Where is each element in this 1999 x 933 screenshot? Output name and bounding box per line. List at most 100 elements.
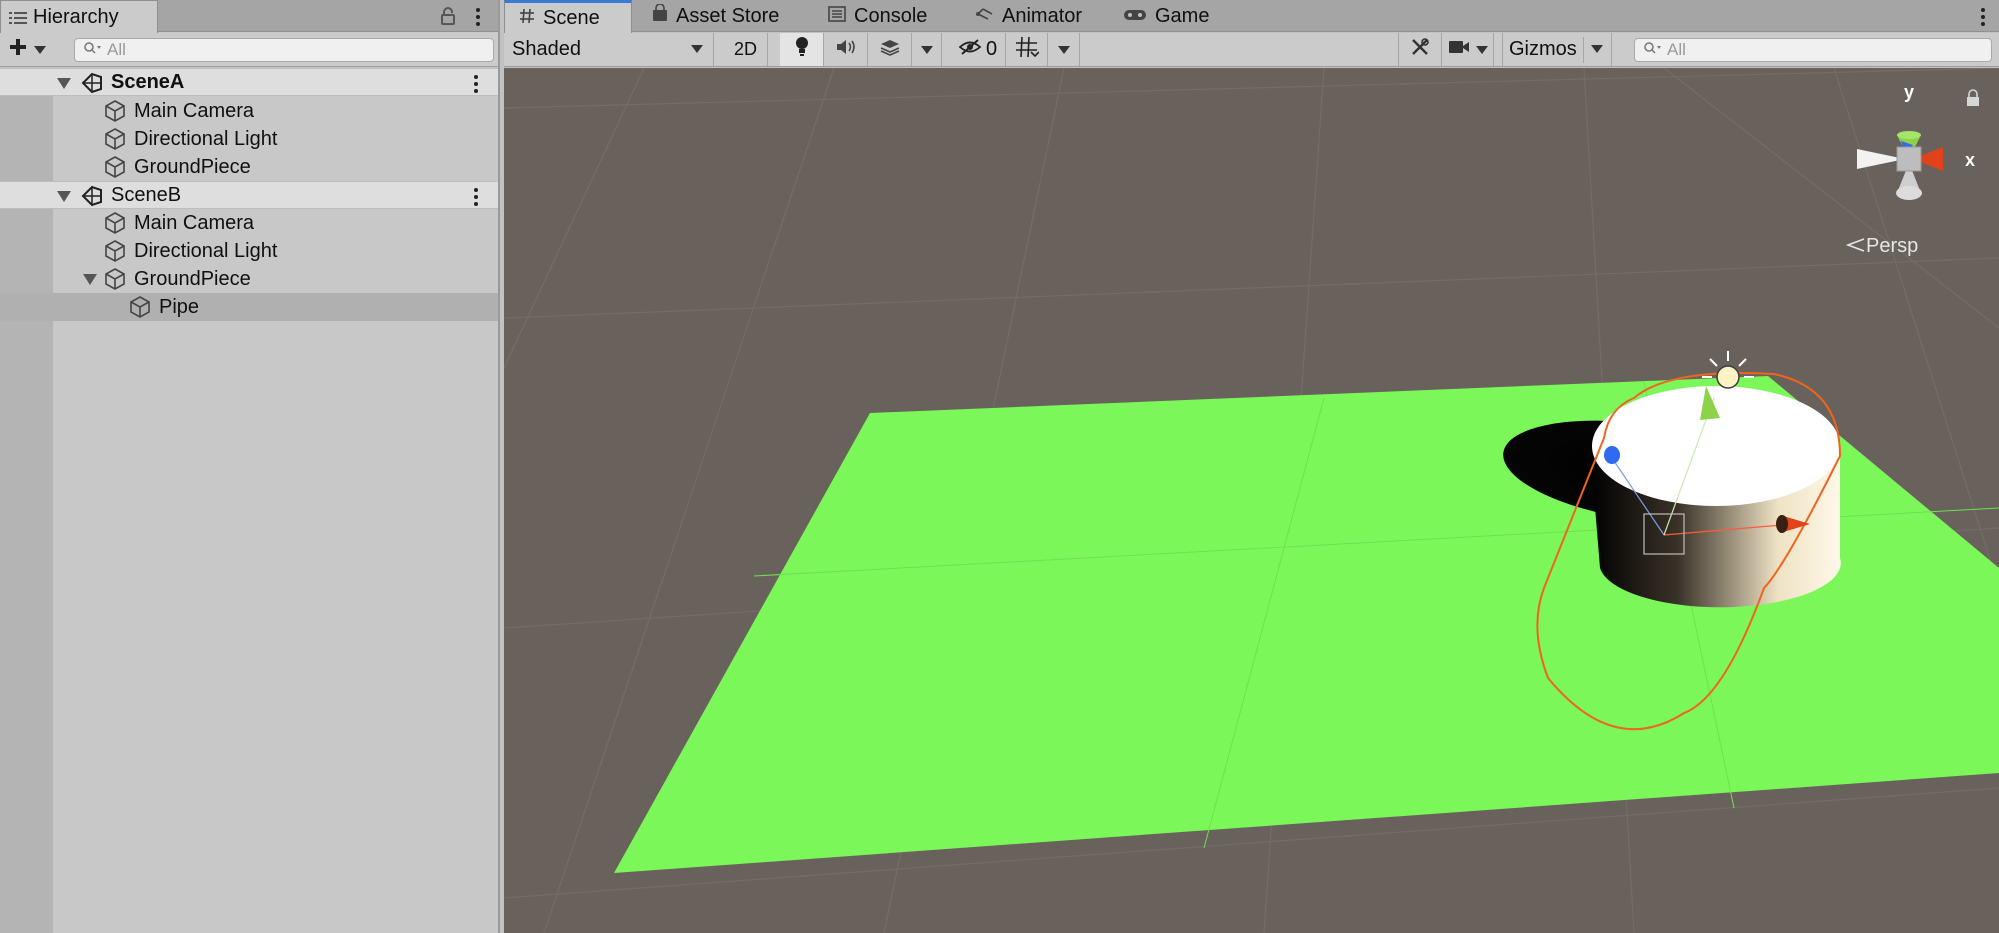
tools-button[interactable]	[1398, 33, 1442, 66]
cube-icon	[103, 211, 127, 235]
grid-icon	[519, 7, 535, 30]
tab-animator-label: Animator	[1002, 4, 1083, 27]
orientation-gizmo[interactable]	[1857, 131, 1943, 200]
foldout-arrow-icon[interactable]	[83, 274, 97, 285]
projection-label[interactable]: Persp	[1866, 235, 1918, 257]
list-item[interactable]: Main Camera	[0, 97, 498, 125]
gizmos-dropdown[interactable]: Gizmos	[1502, 33, 1612, 66]
grid-dropdown[interactable]	[1048, 33, 1080, 66]
gameobject-name: Directional Light	[134, 127, 278, 150]
cube-icon	[103, 267, 127, 291]
tab-scene[interactable]: Scene	[504, 0, 632, 33]
kebab-icon[interactable]	[1981, 8, 1985, 26]
create-button[interactable]	[8, 39, 54, 61]
persp-chevron-icon	[1845, 238, 1865, 252]
tab-console[interactable]: Console	[820, 0, 935, 32]
lighting-toggle[interactable]	[780, 33, 824, 66]
tab-game[interactable]: Game	[1115, 0, 1217, 32]
audio-toggle[interactable]	[824, 33, 868, 66]
cube-icon	[103, 99, 127, 123]
search-icon	[83, 40, 101, 60]
gizmos-caret-divider	[1583, 37, 1584, 63]
cube-icon	[103, 127, 127, 151]
chevron-down-icon	[691, 45, 703, 53]
lock-icon[interactable]	[1967, 89, 1979, 106]
gameobject-name: Main Camera	[134, 211, 255, 234]
kebab-icon[interactable]	[476, 8, 480, 26]
camera-icon	[1448, 38, 1470, 61]
list-item[interactable]: Main Camera	[0, 209, 498, 237]
kebab-icon[interactable]	[474, 188, 478, 206]
chevron-down-icon	[1591, 45, 1603, 53]
hierarchy-panel: Hierarchy All SceneA Main Camera Directi…	[0, 0, 500, 933]
menu-list-icon	[9, 9, 27, 25]
hierarchy-toolbar: All	[0, 33, 498, 67]
tab-console-label: Console	[854, 4, 928, 27]
axis-x-label: x	[1965, 150, 1975, 170]
gameobject-name: GroundPiece	[134, 155, 251, 178]
unity-scene-icon	[80, 72, 104, 100]
scene-view-panel: Scene Asset Store Console Animator Game	[504, 0, 1999, 933]
chevron-down-icon	[1475, 45, 1488, 54]
effects-icon	[879, 38, 901, 62]
hierarchy-tab-label: Hierarchy	[33, 5, 119, 28]
tab-asset-store-label: Asset Store	[676, 4, 780, 27]
list-item-selected[interactable]: Pipe	[0, 293, 498, 321]
gameobject-name: Main Camera	[134, 99, 255, 122]
visibility-icon	[958, 38, 982, 62]
camera-settings-button[interactable]	[1442, 33, 1494, 66]
shading-mode-value: Shaded	[512, 38, 581, 60]
lock-icon[interactable]	[440, 7, 456, 31]
foldout-arrow-icon[interactable]	[57, 191, 71, 202]
cube-icon	[103, 155, 127, 179]
scene-search-input[interactable]: All	[1634, 38, 1992, 62]
scene-canvas: y x Persp	[504, 68, 1999, 933]
shading-mode-dropdown[interactable]: Shaded	[504, 33, 714, 66]
cube-icon	[103, 239, 127, 263]
scene-visibility-toggle[interactable]: 0	[950, 33, 1006, 66]
tab-hierarchy[interactable]: Hierarchy	[0, 0, 158, 33]
gizmo-z-handle[interactable]	[1604, 446, 1620, 464]
list-item[interactable]: Directional Light	[0, 125, 498, 153]
scene-row-scenea[interactable]: SceneA	[0, 68, 498, 96]
toggle-2d-label: 2D	[733, 39, 757, 59]
tab-animator[interactable]: Animator	[968, 0, 1090, 32]
list-item[interactable]: Directional Light	[0, 237, 498, 265]
pipe-top[interactable]	[1592, 386, 1840, 506]
gizmos-label: Gizmos	[1509, 38, 1577, 60]
scene-search-placeholder: All	[1667, 40, 1686, 59]
chevron-down-icon	[34, 46, 46, 54]
list-item[interactable]: GroundPiece	[0, 153, 498, 181]
effects-dropdown[interactable]	[912, 33, 942, 66]
animator-icon	[976, 5, 994, 28]
bag-icon	[652, 3, 668, 28]
scene-name: SceneB	[111, 183, 182, 206]
scene-toolbar: Shaded 2D 0 Gizmos All	[504, 33, 1999, 67]
scene-name: SceneA	[111, 70, 185, 93]
plus-icon	[8, 37, 28, 63]
tools-icon	[1410, 37, 1430, 63]
grid-snap-icon	[1015, 36, 1040, 64]
gamepad-icon	[1123, 5, 1147, 28]
scene-tab-strip: Scene Asset Store Console Animator Game	[504, 0, 1999, 33]
hierarchy-search-input[interactable]: All	[74, 38, 494, 62]
axis-y-label: y	[1904, 82, 1914, 102]
list-item[interactable]: GroundPiece	[0, 265, 498, 293]
effects-toggle[interactable]	[868, 33, 912, 66]
scene-row-sceneb[interactable]: SceneB	[0, 181, 498, 209]
toggle-2d-button[interactable]: 2D	[724, 33, 768, 66]
audio-icon	[835, 38, 857, 62]
scene-viewport[interactable]: y x Persp	[504, 68, 1999, 933]
cube-icon	[128, 295, 152, 319]
foldout-arrow-icon[interactable]	[57, 78, 71, 89]
hidden-count: 0	[985, 38, 998, 60]
kebab-icon[interactable]	[474, 75, 478, 93]
chevron-down-icon	[920, 45, 933, 54]
tab-scene-label: Scene	[543, 6, 600, 29]
tab-asset-store[interactable]: Asset Store	[644, 0, 787, 32]
gameobject-name: GroundPiece	[134, 267, 251, 290]
grid-snap-toggle[interactable]	[1006, 33, 1048, 66]
search-icon	[1643, 40, 1661, 60]
light-icon	[794, 36, 810, 64]
gameobject-name: Pipe	[159, 295, 200, 318]
